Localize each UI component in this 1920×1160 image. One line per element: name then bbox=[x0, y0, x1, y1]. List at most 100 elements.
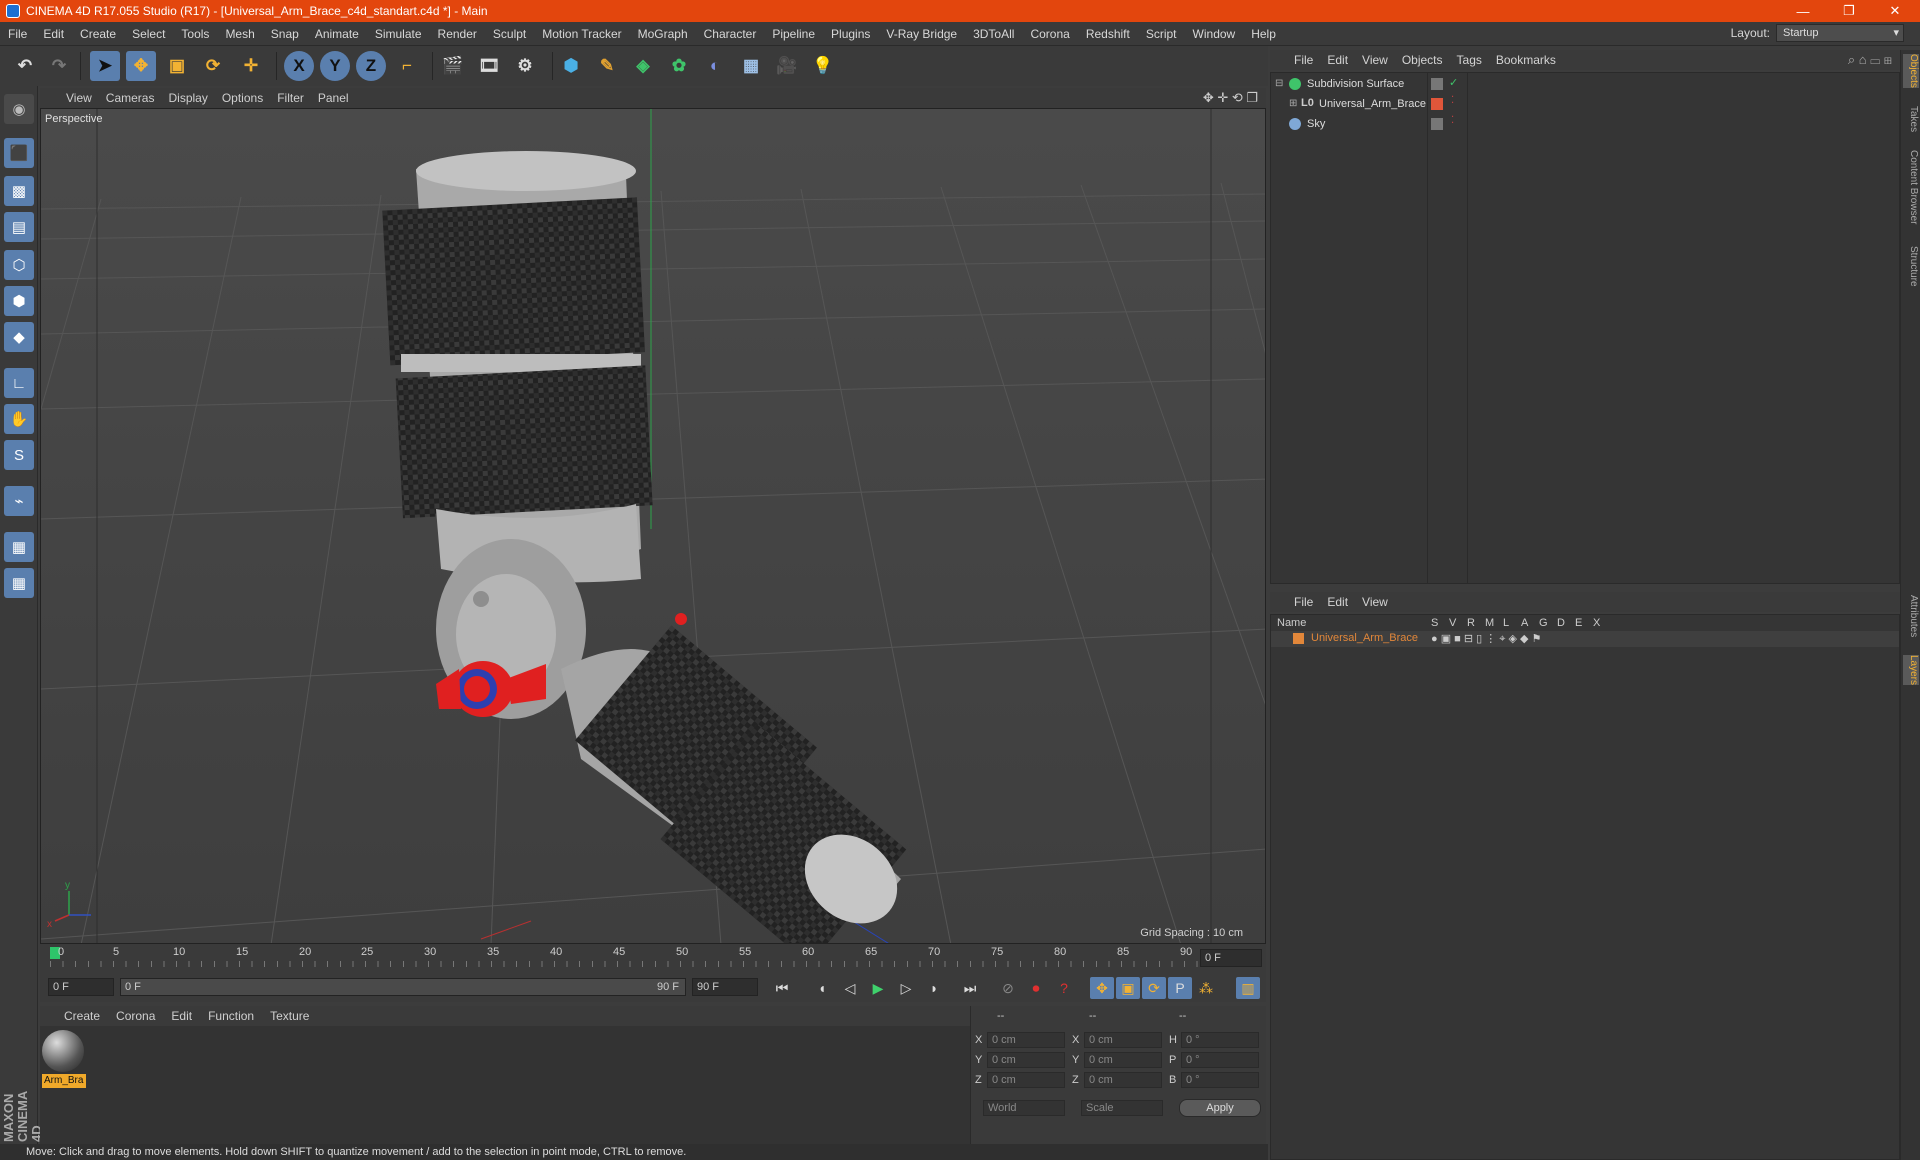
menu-3dtoall[interactable]: 3DToAll bbox=[965, 22, 1022, 46]
layer-color-swatch[interactable] bbox=[1431, 98, 1443, 110]
menu-animate[interactable]: Animate bbox=[307, 22, 367, 46]
size-z-field[interactable]: 0 cm bbox=[1084, 1072, 1162, 1088]
prev-key-icon[interactable]: ◖ bbox=[810, 977, 834, 999]
viewport-menu-cameras[interactable]: Cameras bbox=[99, 88, 162, 108]
coordinate-mode-select[interactable]: Scale bbox=[1081, 1100, 1163, 1116]
goto-end-icon[interactable]: ⏭ bbox=[958, 977, 982, 999]
minimize-button[interactable]: — bbox=[1782, 0, 1824, 22]
object-menu-file[interactable]: File bbox=[1270, 50, 1320, 70]
layer-menu-edit[interactable]: Edit bbox=[1320, 592, 1355, 612]
camera-icon[interactable]: 🎥 bbox=[772, 51, 802, 81]
undo-icon[interactable]: ↶ bbox=[10, 51, 40, 81]
tweak-mode-icon[interactable]: ✋ bbox=[4, 404, 34, 434]
spline-pen-icon[interactable]: ✎ bbox=[592, 51, 622, 81]
texture-mode-icon[interactable]: ▩ bbox=[4, 176, 34, 206]
object-menu-bookmarks[interactable]: Bookmarks bbox=[1489, 50, 1563, 70]
editor-visibility-icon[interactable] bbox=[1431, 118, 1443, 130]
object-menu-tags[interactable]: Tags bbox=[1450, 50, 1489, 70]
cloner-icon[interactable]: ✿ bbox=[664, 51, 694, 81]
maximize-button[interactable]: ❐ bbox=[1828, 0, 1870, 22]
menu-help[interactable]: Help bbox=[1243, 22, 1284, 46]
rotate-tool-icon[interactable]: ⟳ bbox=[198, 51, 228, 81]
material-menu-create[interactable]: Create bbox=[40, 1006, 108, 1026]
timeline-window-icon[interactable]: ▥ bbox=[1236, 977, 1260, 999]
rotation-p-field[interactable]: 0 ° bbox=[1181, 1052, 1259, 1068]
menu-file[interactable]: File bbox=[0, 22, 35, 46]
viewport-menu-panel[interactable]: Panel bbox=[311, 88, 356, 108]
key-pla-icon[interactable]: ⁂ bbox=[1194, 977, 1218, 999]
material-menu-texture[interactable]: Texture bbox=[262, 1006, 317, 1026]
layer-color-swatch[interactable] bbox=[1293, 633, 1304, 644]
end-frame-field[interactable]: 90 F bbox=[692, 978, 758, 996]
menu-sculpt[interactable]: Sculpt bbox=[485, 22, 534, 46]
subdivision-generator-icon[interactable]: ◈ bbox=[628, 51, 658, 81]
record-keys-icon[interactable]: ⏺ bbox=[1024, 977, 1048, 999]
tab-objects[interactable]: Objects bbox=[1903, 54, 1919, 88]
live-selection-icon[interactable]: ✛ bbox=[236, 51, 266, 81]
position-z-field[interactable]: 0 cm bbox=[987, 1072, 1065, 1088]
menu-window[interactable]: Window bbox=[1185, 22, 1244, 46]
visibility-dots-icon[interactable]: ⁚ bbox=[1451, 115, 1454, 126]
layer-toggle-icons[interactable]: ● ▣ ■ ⊟ ▯ ⋮ ⌖ ◈ ◆ ⚑ bbox=[1431, 632, 1541, 646]
solo-mode-icon[interactable]: S bbox=[4, 440, 34, 470]
magnet-snap-icon[interactable]: ⌁ bbox=[4, 486, 34, 516]
points-mode-icon[interactable]: ⬡ bbox=[4, 250, 34, 280]
menu-vray-bridge[interactable]: V-Ray Bridge bbox=[878, 22, 965, 46]
render-settings-icon[interactable]: ⚙ bbox=[510, 51, 540, 81]
timeline-ruler[interactable]: 0 5 10 15 20 25 30 35 40 45 50 55 60 65 … bbox=[40, 944, 1266, 972]
select-arrow-icon[interactable]: ➤ bbox=[90, 51, 120, 81]
menu-snap[interactable]: Snap bbox=[263, 22, 307, 46]
position-y-field[interactable]: 0 cm bbox=[987, 1052, 1065, 1068]
layout-select[interactable]: Startup bbox=[1776, 24, 1904, 42]
motion-record-icon[interactable]: ⊘ bbox=[996, 977, 1020, 999]
menu-select[interactable]: Select bbox=[124, 22, 173, 46]
light-icon[interactable]: 💡 bbox=[808, 51, 838, 81]
visibility-dots-icon[interactable]: ⁚ bbox=[1451, 95, 1454, 106]
viewport-menu-view[interactable]: View bbox=[40, 88, 99, 108]
object-row[interactable]: ⊟ Subdivision Surface ✓ bbox=[1271, 75, 1899, 95]
cube-primitive-icon[interactable]: ⬢ bbox=[556, 51, 586, 81]
material-thumbnail[interactable]: Arm_Bra bbox=[42, 1030, 86, 1088]
menu-simulate[interactable]: Simulate bbox=[367, 22, 430, 46]
tab-content-browser[interactable]: Content Browser bbox=[1903, 150, 1919, 224]
object-menu-view[interactable]: View bbox=[1355, 50, 1395, 70]
menu-redshift[interactable]: Redshift bbox=[1078, 22, 1138, 46]
move-tool-icon[interactable]: ✥ bbox=[126, 51, 156, 81]
apply-button[interactable]: Apply bbox=[1179, 1099, 1261, 1117]
start-frame-field[interactable]: 0 F bbox=[48, 978, 114, 996]
tab-takes[interactable]: Takes bbox=[1903, 106, 1919, 132]
object-menu-objects[interactable]: Objects bbox=[1395, 50, 1450, 70]
menu-create[interactable]: Create bbox=[72, 22, 124, 46]
polygons-mode-icon[interactable]: ◆ bbox=[4, 322, 34, 352]
y-axis-lock-icon[interactable]: Y bbox=[320, 51, 350, 81]
enabled-check-icon[interactable]: ✓ bbox=[1449, 76, 1458, 89]
object-row[interactable]: Sky ⁚ bbox=[1271, 115, 1899, 135]
auto-key-icon[interactable]: ? bbox=[1052, 977, 1076, 999]
menu-mesh[interactable]: Mesh bbox=[217, 22, 262, 46]
make-editable-icon[interactable]: ◉ bbox=[4, 94, 34, 124]
key-position-icon[interactable]: ✥ bbox=[1090, 977, 1114, 999]
viewport-menu-filter[interactable]: Filter bbox=[270, 88, 311, 108]
position-x-field[interactable]: 0 cm bbox=[987, 1032, 1065, 1048]
close-button[interactable]: ✕ bbox=[1874, 0, 1916, 22]
material-menu-edit[interactable]: Edit bbox=[163, 1006, 200, 1026]
material-menu-corona[interactable]: Corona bbox=[108, 1006, 163, 1026]
render-picture-viewer-icon[interactable]: 🎞 bbox=[474, 51, 504, 81]
material-menu-function[interactable]: Function bbox=[200, 1006, 262, 1026]
menu-edit[interactable]: Edit bbox=[35, 22, 72, 46]
tab-attributes[interactable]: Attributes bbox=[1903, 595, 1919, 637]
edges-mode-icon[interactable]: ⬢ bbox=[4, 286, 34, 316]
z-axis-lock-icon[interactable]: Z bbox=[356, 51, 386, 81]
perspective-viewport[interactable]: y x Perspective Grid Spacing : 10 cm bbox=[40, 108, 1266, 944]
expand-icon[interactable]: ⊞ bbox=[1289, 98, 1297, 109]
current-frame-field[interactable]: 0 F bbox=[1200, 949, 1262, 967]
grid-rotate-icon[interactable]: ▦ bbox=[4, 568, 34, 598]
key-rotation-icon[interactable]: ⟳ bbox=[1142, 977, 1166, 999]
menu-pipeline[interactable]: Pipeline bbox=[764, 22, 823, 46]
scale-tool-icon[interactable]: ▣ bbox=[162, 51, 192, 81]
axis-mode-icon[interactable]: ∟ bbox=[4, 368, 34, 398]
menu-character[interactable]: Character bbox=[696, 22, 765, 46]
viewport-menu-options[interactable]: Options bbox=[215, 88, 270, 108]
key-parameter-icon[interactable]: P bbox=[1168, 977, 1192, 999]
viewport-navigation-icons[interactable]: ✥ ✛ ⟲ ❐ bbox=[1203, 90, 1258, 106]
